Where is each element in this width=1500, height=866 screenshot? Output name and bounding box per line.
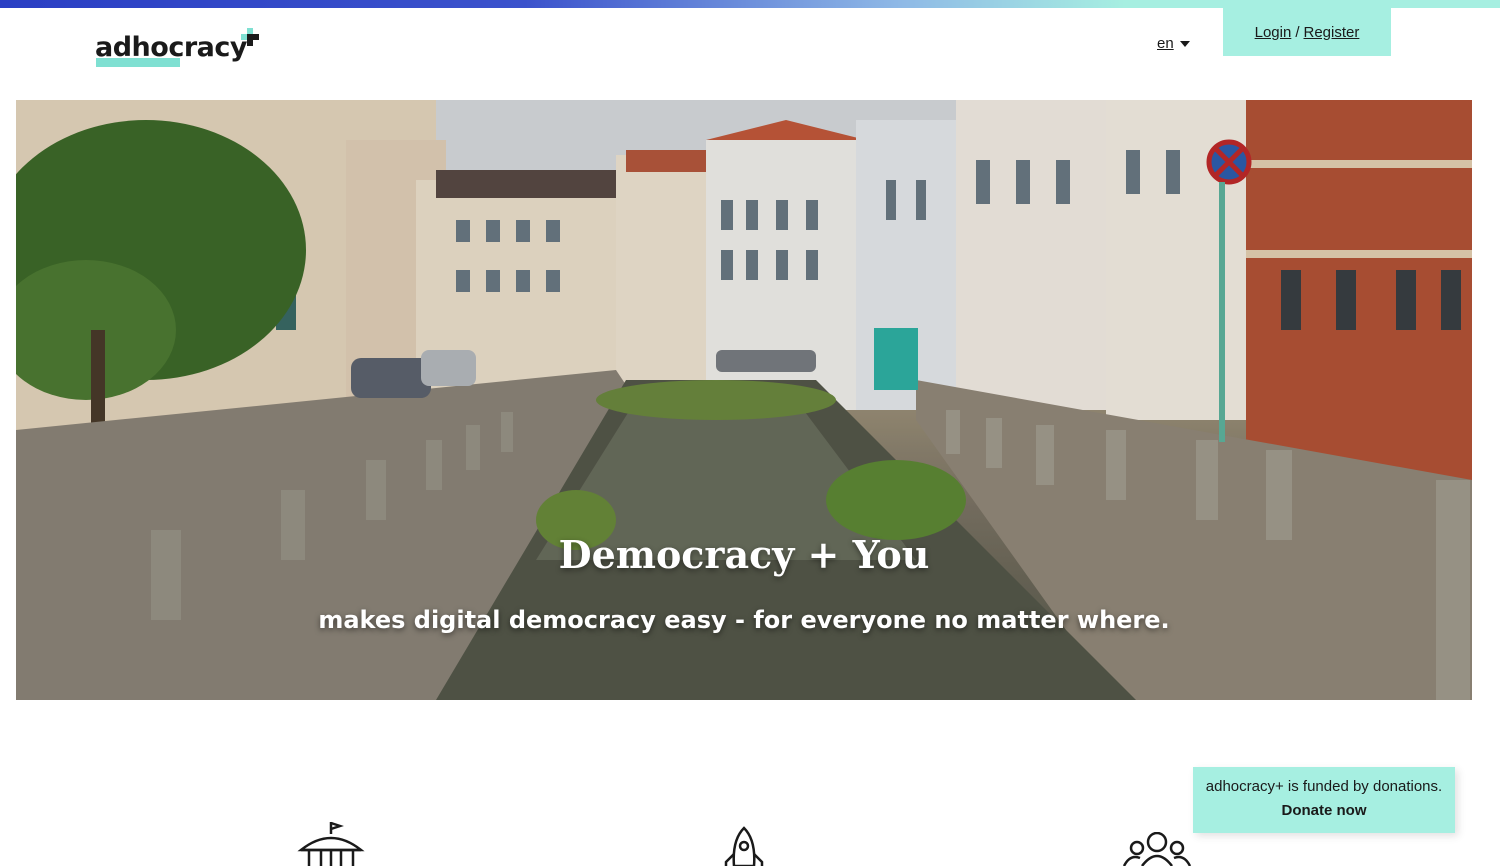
logo-plus-icon: [241, 28, 259, 46]
hero-banner: Democracy + You makes digital democracy …: [16, 100, 1472, 700]
donation-banner: adhocracy+ is funded by donations. Donat…: [1193, 767, 1455, 833]
language-selector[interactable]: en: [1157, 35, 1190, 52]
hero-subtitle: makes digital democracy easy - for every…: [318, 606, 1170, 634]
rocket-icon: [724, 826, 764, 866]
logo[interactable]: adhocracy: [95, 28, 265, 70]
language-code: en: [1157, 35, 1174, 52]
register-link[interactable]: Register: [1304, 24, 1360, 41]
auth-box: Login / Register: [1223, 8, 1391, 56]
login-link[interactable]: Login: [1255, 24, 1292, 41]
hero-title: Democracy + You: [558, 532, 930, 577]
logo-text: adhocracy: [95, 32, 247, 63]
top-accent-bar: [0, 0, 1500, 8]
townhall-icon: [297, 821, 365, 866]
site-header: adhocracy en Login / Register: [0, 8, 1500, 100]
donation-message: adhocracy+ is funded by donations.: [1205, 778, 1443, 795]
auth-separator: /: [1295, 23, 1300, 41]
people-group-icon: [1122, 832, 1192, 866]
caret-down-icon: [1179, 40, 1190, 47]
donate-now-button[interactable]: Donate now: [1193, 802, 1455, 819]
